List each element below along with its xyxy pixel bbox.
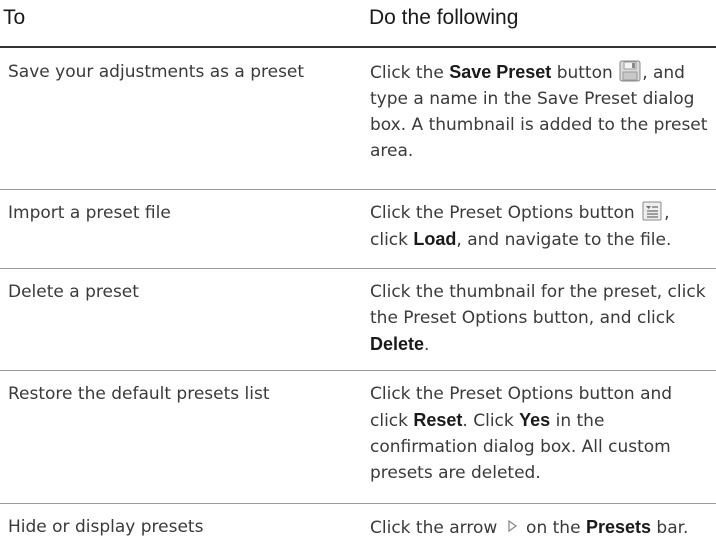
step-bold: Delete [370,334,425,354]
step-bold: Load [413,229,457,249]
step-text: Click the [370,63,450,83]
step-hide-display-presets: Click the arrow on the Presets bar. [370,514,712,541]
step-bold: Yes [519,410,551,430]
step-text: button [551,63,619,83]
step-bold: Reset [413,410,463,430]
task-delete-preset: Delete a preset [8,282,139,302]
step-text: Click the Preset Options button [370,203,641,223]
task-import-preset: Import a preset file [8,203,171,223]
task-save-preset: Save your adjustments as a preset [8,62,305,82]
step-text: , and navigate to the file. [456,230,672,250]
task-hide-display-presets: Hide or display presets [8,517,204,537]
step-text: bar. [651,518,689,538]
step-import-preset: Click the Preset Options button , click … [370,200,712,253]
task-restore-presets: Restore the default presets list [8,384,270,404]
step-save-preset: Click the Save Preset button , and type … [370,59,712,164]
header-divider [0,46,716,48]
step-text: . [424,335,430,355]
step-text: on the [520,518,586,538]
row-divider [0,370,716,371]
step-bold: Presets [585,517,652,537]
row-divider [0,189,716,190]
floppy-disk-icon [619,60,641,82]
header-do-the-following: Do the following [369,6,519,29]
row-divider [0,503,716,504]
row-divider [0,268,716,269]
step-bold: Save Preset [449,62,552,82]
step-text: . Click [462,411,520,431]
preset-options-icon [641,200,663,222]
right-arrow-icon [504,515,520,537]
step-text: Click the thumbnail for the preset, clic… [370,282,706,328]
step-text: Click the arrow [370,518,503,538]
header-to: To [3,6,26,29]
step-restore-presets: Click the Preset Options button and clic… [370,381,712,486]
step-delete-preset: Click the thumbnail for the preset, clic… [370,279,712,358]
